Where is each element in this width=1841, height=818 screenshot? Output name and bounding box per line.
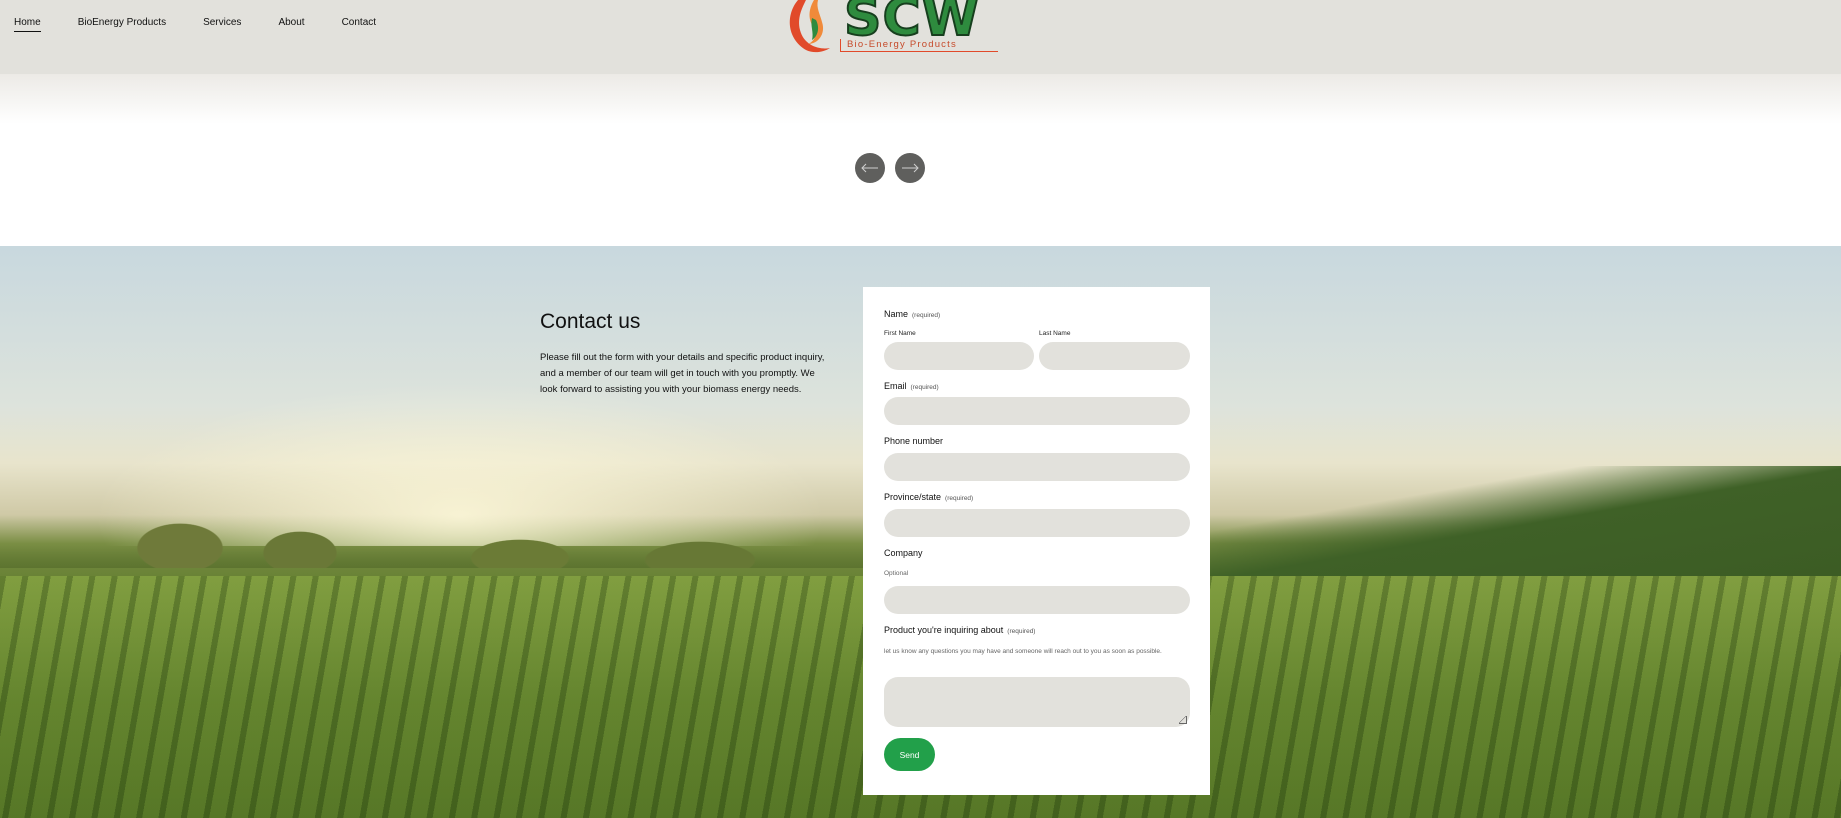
flame-icon xyxy=(789,0,830,53)
nav-item-about[interactable]: About xyxy=(278,17,304,32)
company-hint: Optional xyxy=(884,570,909,577)
required-tag: (required) xyxy=(910,384,939,391)
background-treeline-left xyxy=(0,508,900,568)
nav-item-contact[interactable]: Contact xyxy=(342,17,376,32)
site-header: Home BioEnergy Products Services About C… xyxy=(0,0,1841,74)
header-shadow xyxy=(0,74,1841,124)
required-tag: (required) xyxy=(912,312,941,319)
slider-next-button[interactable] xyxy=(895,153,925,183)
resize-handle-icon[interactable] xyxy=(1179,716,1187,724)
nav-item-bioenergy-products[interactable]: BioEnergy Products xyxy=(78,17,166,32)
main-nav: Home BioEnergy Products Services About C… xyxy=(14,17,376,32)
last-name-field[interactable] xyxy=(1039,342,1190,370)
first-name-field[interactable] xyxy=(884,342,1034,370)
email-label: Email (required) xyxy=(884,381,939,391)
contact-form: Name (required) First Name Last Name Emai… xyxy=(863,287,1210,795)
logo-tagline: Bio-Energy Products xyxy=(840,39,998,52)
phone-label: Phone number xyxy=(884,436,944,446)
arrow-right-icon xyxy=(902,163,919,173)
nav-item-home[interactable]: Home xyxy=(14,17,41,32)
province-label: Province/state (required) xyxy=(884,492,974,502)
contact-title: Contact us xyxy=(540,310,641,333)
last-name-label: Last Name xyxy=(1039,330,1071,337)
required-tag: (required) xyxy=(1007,628,1036,635)
background-treeline-right xyxy=(1200,466,1841,576)
product-inquiry-textarea[interactable] xyxy=(884,677,1190,727)
company-label: Company xyxy=(884,548,923,558)
send-button[interactable]: Send xyxy=(884,738,935,771)
arrow-left-icon xyxy=(861,163,878,173)
phone-field[interactable] xyxy=(884,453,1190,481)
site-logo[interactable]: SCW Bio-Energy Products xyxy=(784,0,999,56)
company-field[interactable] xyxy=(884,586,1190,614)
name-label: Name (required) xyxy=(884,309,941,319)
product-label: Product you're inquiring about (required) xyxy=(884,625,1036,635)
product-hint: let us know any questions you may have a… xyxy=(884,648,1162,655)
province-field[interactable] xyxy=(884,509,1190,537)
required-tag: (required) xyxy=(945,495,974,502)
nav-item-services[interactable]: Services xyxy=(203,17,241,32)
slider-prev-button[interactable] xyxy=(855,153,885,183)
email-field[interactable] xyxy=(884,397,1190,425)
contact-description: Please fill out the form with your detai… xyxy=(540,352,825,395)
first-name-label: First Name xyxy=(884,330,916,337)
